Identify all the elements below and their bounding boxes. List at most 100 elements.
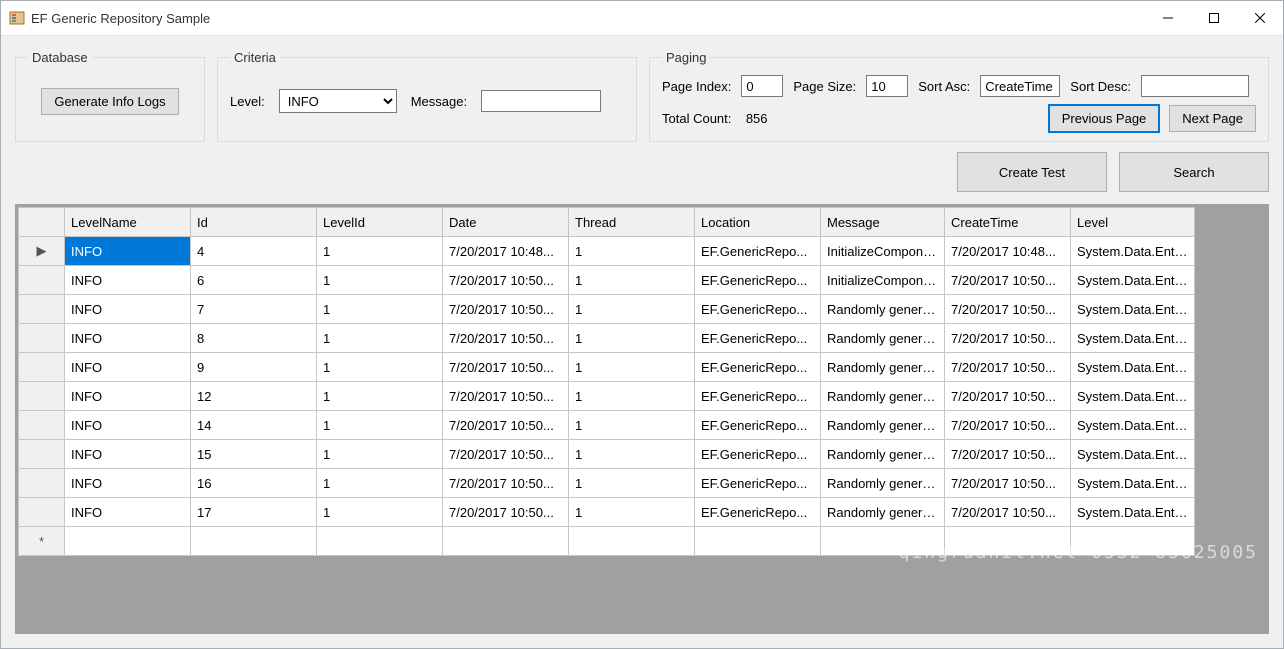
cell-thread[interactable]: 1: [569, 469, 695, 498]
row-indicator[interactable]: [19, 295, 65, 324]
cell-levelid[interactable]: 1: [317, 237, 443, 266]
cell-date[interactable]: 7/20/2017 10:50...: [443, 498, 569, 527]
table-row[interactable]: INFO1417/20/2017 10:50...1EF.GenericRepo…: [19, 411, 1195, 440]
maximize-button[interactable]: [1191, 1, 1237, 35]
col-message[interactable]: Message: [821, 208, 945, 237]
col-levelid[interactable]: LevelId: [317, 208, 443, 237]
row-indicator[interactable]: [19, 353, 65, 382]
cell-location[interactable]: EF.GenericRepo...: [695, 324, 821, 353]
row-header-corner[interactable]: [19, 208, 65, 237]
cell-date[interactable]: 7/20/2017 10:50...: [443, 353, 569, 382]
cell-location[interactable]: EF.GenericRepo...: [695, 295, 821, 324]
cell-thread[interactable]: 1: [569, 353, 695, 382]
col-id[interactable]: Id: [191, 208, 317, 237]
table-row[interactable]: INFO1617/20/2017 10:50...1EF.GenericRepo…: [19, 469, 1195, 498]
empty-cell[interactable]: [695, 527, 821, 556]
cell-id[interactable]: 7: [191, 295, 317, 324]
cell-levelid[interactable]: 1: [317, 295, 443, 324]
table-row[interactable]: INFO1517/20/2017 10:50...1EF.GenericRepo…: [19, 440, 1195, 469]
level-select[interactable]: INFO: [279, 89, 397, 113]
cell-date[interactable]: 7/20/2017 10:50...: [443, 295, 569, 324]
cell-createtime[interactable]: 7/20/2017 10:50...: [945, 498, 1071, 527]
cell-levelname[interactable]: INFO: [65, 295, 191, 324]
cell-date[interactable]: 7/20/2017 10:50...: [443, 382, 569, 411]
cell-message[interactable]: Randomly genera...: [821, 382, 945, 411]
cell-date[interactable]: 7/20/2017 10:50...: [443, 469, 569, 498]
row-indicator[interactable]: [19, 411, 65, 440]
empty-cell[interactable]: [443, 527, 569, 556]
cell-id[interactable]: 4: [191, 237, 317, 266]
empty-cell[interactable]: [1071, 527, 1195, 556]
cell-levelname[interactable]: INFO: [65, 411, 191, 440]
col-createtime[interactable]: CreateTime: [945, 208, 1071, 237]
cell-id[interactable]: 12: [191, 382, 317, 411]
cell-levelid[interactable]: 1: [317, 382, 443, 411]
col-location[interactable]: Location: [695, 208, 821, 237]
cell-thread[interactable]: 1: [569, 266, 695, 295]
cell-message[interactable]: InitializeCompone...: [821, 266, 945, 295]
cell-location[interactable]: EF.GenericRepo...: [695, 469, 821, 498]
cell-level[interactable]: System.Data.Enti...: [1071, 382, 1195, 411]
cell-levelid[interactable]: 1: [317, 469, 443, 498]
cell-id[interactable]: 17: [191, 498, 317, 527]
cell-date[interactable]: 7/20/2017 10:50...: [443, 266, 569, 295]
table-row[interactable]: ▶INFO417/20/2017 10:48...1EF.GenericRepo…: [19, 237, 1195, 266]
cell-thread[interactable]: 1: [569, 295, 695, 324]
empty-cell[interactable]: [317, 527, 443, 556]
empty-cell[interactable]: [569, 527, 695, 556]
cell-levelname[interactable]: INFO: [65, 266, 191, 295]
row-indicator[interactable]: [19, 469, 65, 498]
col-levelname[interactable]: LevelName: [65, 208, 191, 237]
cell-id[interactable]: 6: [191, 266, 317, 295]
col-date[interactable]: Date: [443, 208, 569, 237]
create-test-button[interactable]: Create Test: [957, 152, 1107, 192]
cell-thread[interactable]: 1: [569, 237, 695, 266]
cell-date[interactable]: 7/20/2017 10:50...: [443, 440, 569, 469]
cell-id[interactable]: 16: [191, 469, 317, 498]
table-row[interactable]: INFO1217/20/2017 10:50...1EF.GenericRepo…: [19, 382, 1195, 411]
cell-level[interactable]: System.Data.Enti...: [1071, 353, 1195, 382]
empty-cell[interactable]: [191, 527, 317, 556]
cell-message[interactable]: Randomly genera...: [821, 411, 945, 440]
cell-message[interactable]: Randomly genera...: [821, 440, 945, 469]
col-level[interactable]: Level: [1071, 208, 1195, 237]
cell-createtime[interactable]: 7/20/2017 10:50...: [945, 353, 1071, 382]
col-thread[interactable]: Thread: [569, 208, 695, 237]
cell-message[interactable]: Randomly genera...: [821, 353, 945, 382]
data-grid[interactable]: LevelName Id LevelId Date Thread Locatio…: [15, 204, 1269, 634]
cell-level[interactable]: System.Data.Enti...: [1071, 324, 1195, 353]
cell-levelid[interactable]: 1: [317, 498, 443, 527]
cell-location[interactable]: EF.GenericRepo...: [695, 237, 821, 266]
cell-level[interactable]: System.Data.Enti...: [1071, 295, 1195, 324]
message-input[interactable]: [481, 90, 601, 112]
cell-levelid[interactable]: 1: [317, 266, 443, 295]
cell-location[interactable]: EF.GenericRepo...: [695, 498, 821, 527]
cell-thread[interactable]: 1: [569, 324, 695, 353]
table-row[interactable]: INFO917/20/2017 10:50...1EF.GenericRepo.…: [19, 353, 1195, 382]
cell-levelname[interactable]: INFO: [65, 353, 191, 382]
cell-level[interactable]: System.Data.Enti...: [1071, 411, 1195, 440]
cell-id[interactable]: 15: [191, 440, 317, 469]
table-row[interactable]: INFO1717/20/2017 10:50...1EF.GenericRepo…: [19, 498, 1195, 527]
cell-levelname[interactable]: INFO: [65, 382, 191, 411]
cell-location[interactable]: EF.GenericRepo...: [695, 440, 821, 469]
cell-createtime[interactable]: 7/20/2017 10:50...: [945, 411, 1071, 440]
cell-createtime[interactable]: 7/20/2017 10:50...: [945, 295, 1071, 324]
cell-createtime[interactable]: 7/20/2017 10:50...: [945, 382, 1071, 411]
cell-id[interactable]: 8: [191, 324, 317, 353]
close-button[interactable]: [1237, 1, 1283, 35]
empty-cell[interactable]: [65, 527, 191, 556]
cell-thread[interactable]: 1: [569, 440, 695, 469]
cell-date[interactable]: 7/20/2017 10:48...: [443, 237, 569, 266]
cell-thread[interactable]: 1: [569, 411, 695, 440]
cell-id[interactable]: 14: [191, 411, 317, 440]
sort-asc-input[interactable]: [980, 75, 1060, 97]
cell-createtime[interactable]: 7/20/2017 10:48...: [945, 237, 1071, 266]
cell-date[interactable]: 7/20/2017 10:50...: [443, 324, 569, 353]
cell-message[interactable]: Randomly genera...: [821, 498, 945, 527]
row-indicator[interactable]: [19, 498, 65, 527]
previous-page-button[interactable]: Previous Page: [1049, 105, 1160, 132]
cell-createtime[interactable]: 7/20/2017 10:50...: [945, 266, 1071, 295]
row-indicator[interactable]: [19, 440, 65, 469]
cell-message[interactable]: InitializeCompone...: [821, 237, 945, 266]
